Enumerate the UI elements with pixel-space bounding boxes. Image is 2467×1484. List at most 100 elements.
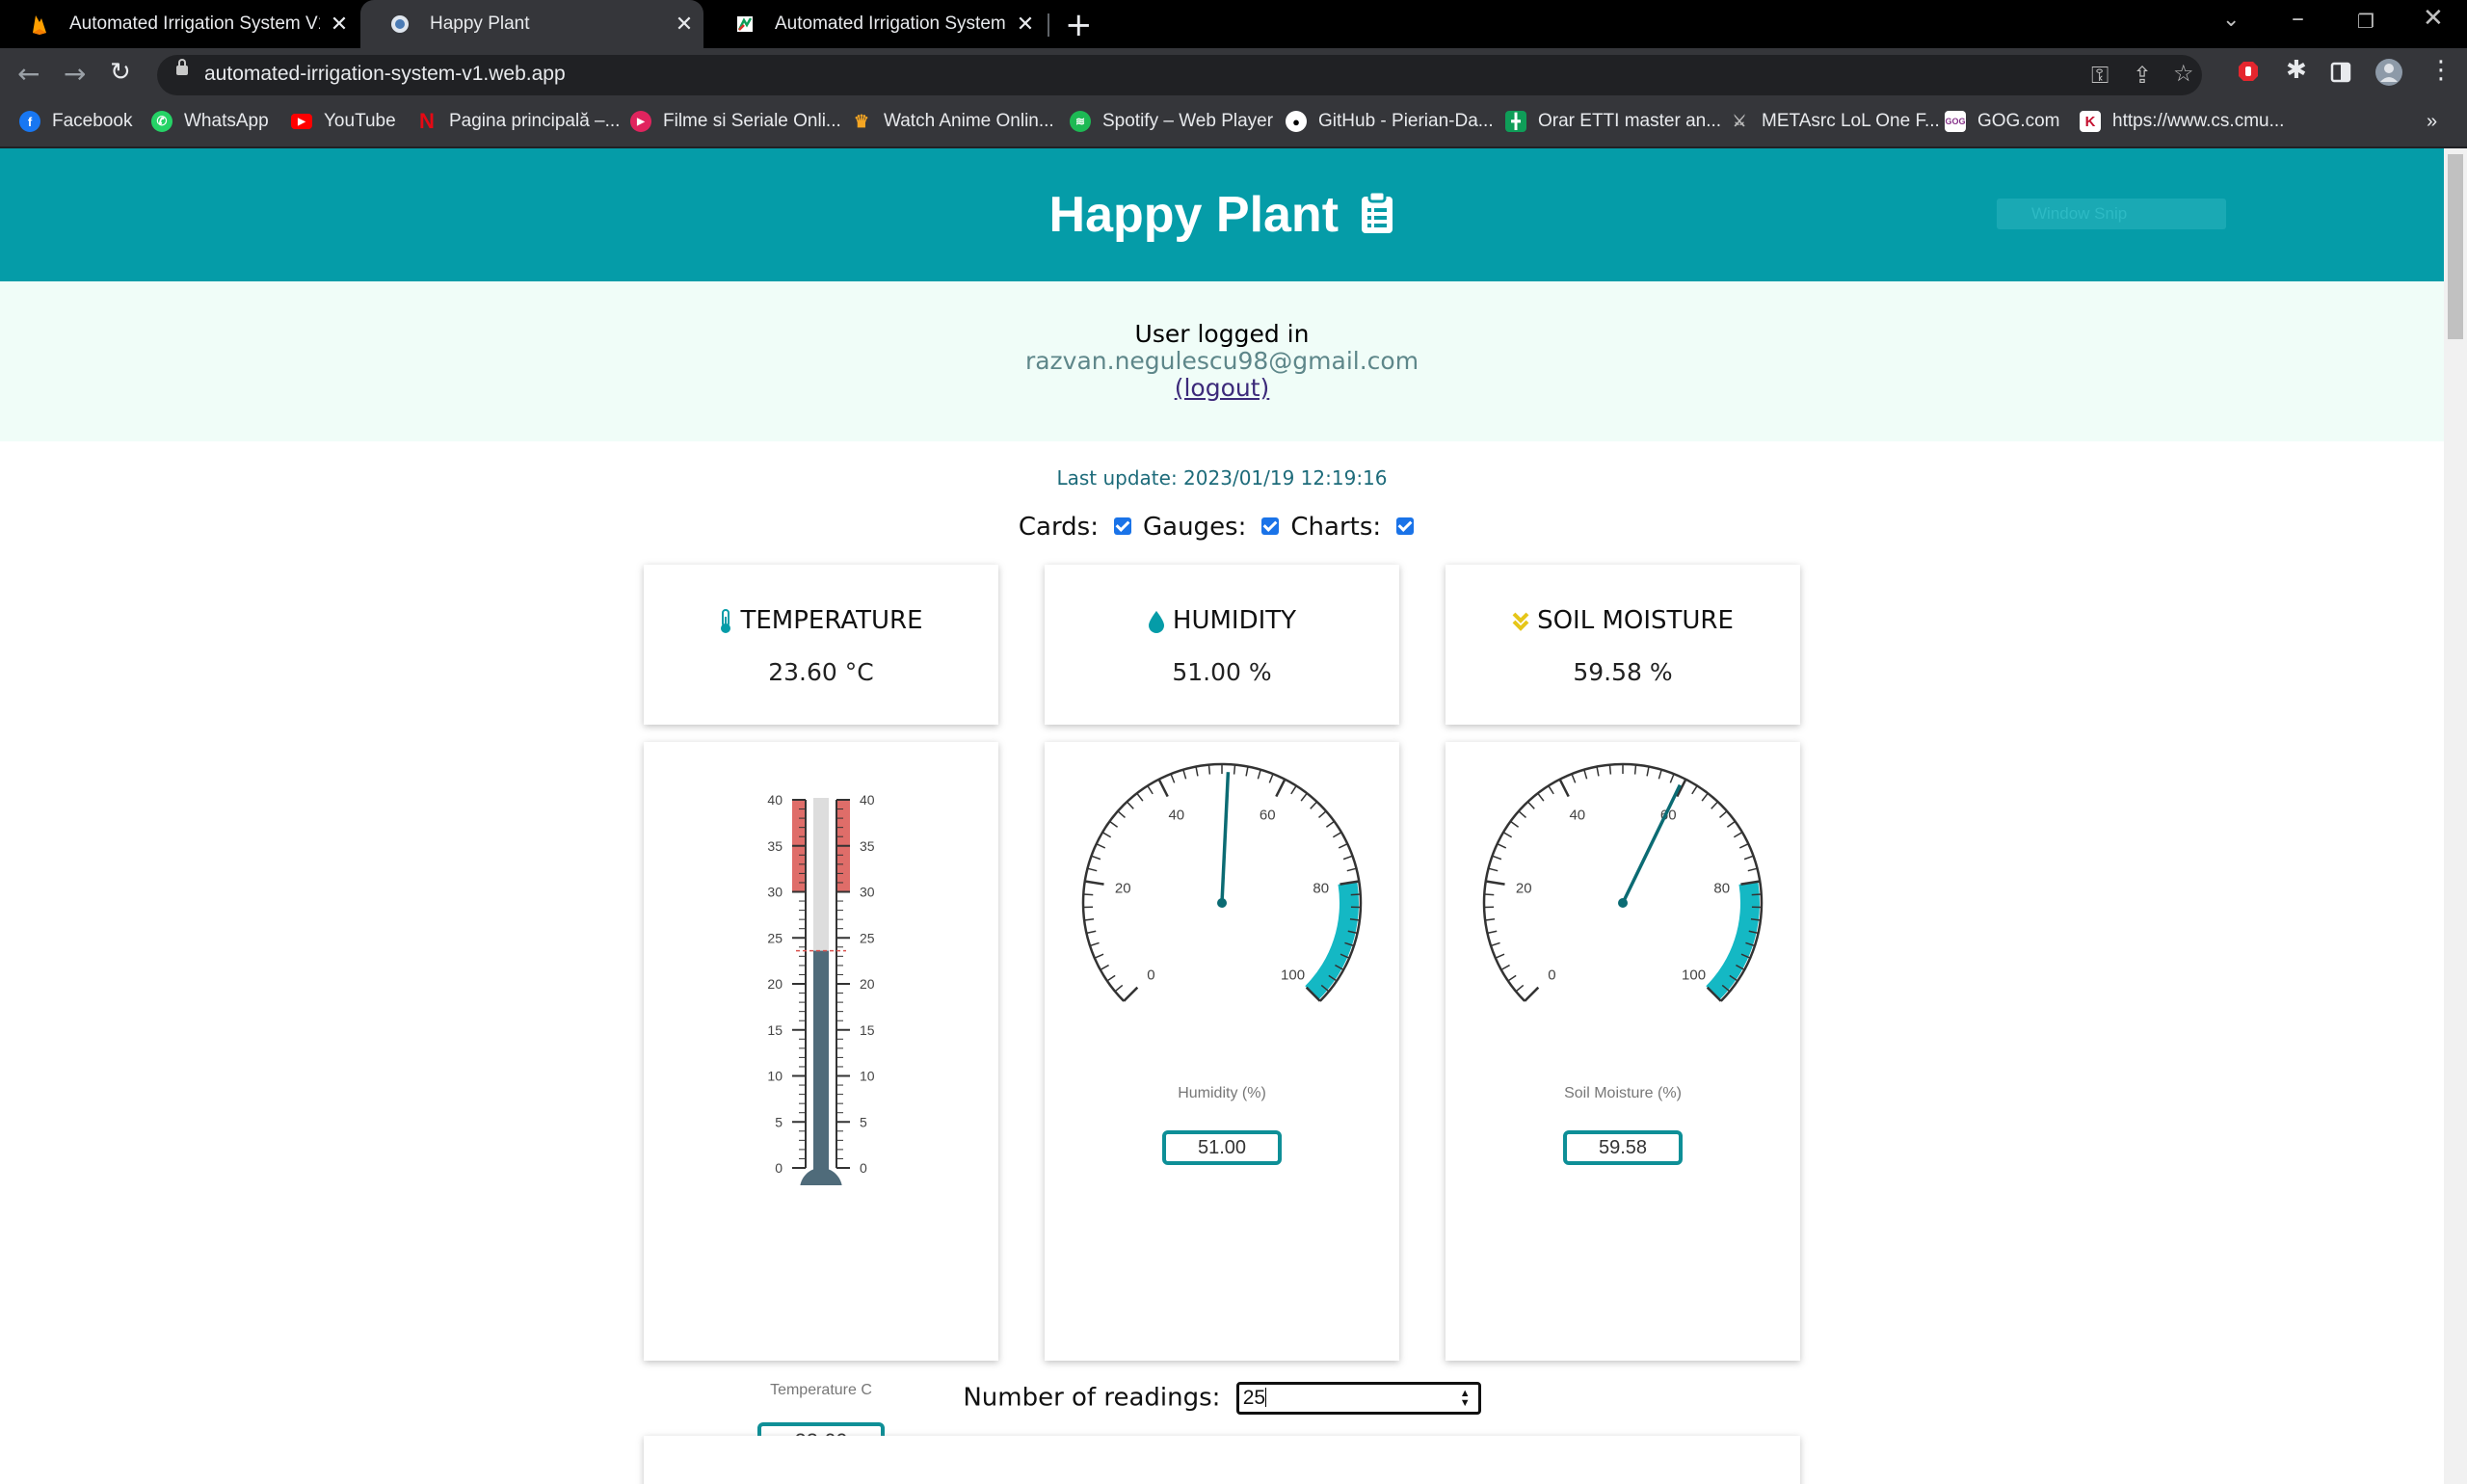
bookmark-facebook[interactable]: f Facebook <box>19 111 132 132</box>
humidity-gauge-tick <box>1100 964 1109 971</box>
close-tab-icon[interactable]: ✕ <box>1006 12 1045 37</box>
cards-toggle-label: Cards: <box>1018 513 1099 542</box>
soil-moisture-gauge-label: Soil Moisture (%) <box>1564 1085 1682 1101</box>
bookmark-filme-seriale[interactable]: ▶ Filme si Seriale Onli... <box>630 111 841 132</box>
tab-happy-plant[interactable]: Happy Plant ✕ <box>360 0 703 48</box>
globe-icon <box>389 13 411 35</box>
scrollbar-thumb[interactable] <box>2448 154 2463 339</box>
humidity-gauge-tick <box>1084 880 1104 886</box>
charts-toggle-label: Charts: <box>1290 513 1382 542</box>
share-icon[interactable]: ⇪ <box>2133 62 2152 89</box>
extension-adblock-icon[interactable] <box>2238 60 2259 89</box>
humidity-gauge-tick <box>1091 855 1101 861</box>
netflix-icon: N <box>419 109 435 133</box>
bookmark-netflix[interactable]: N Pagina principală –... <box>416 109 620 133</box>
temperature-title: TEMPERATURE <box>740 606 923 635</box>
humidity-gauge-tick <box>1207 764 1211 775</box>
cmu-icon: K <box>2080 111 2101 132</box>
soil-gauge-needle <box>1621 783 1682 904</box>
soil-gauge-tick <box>1669 773 1675 783</box>
soil-gauge-tick-label: 0 <box>1548 967 1555 984</box>
humidity-gauge-tick-label: 20 <box>1115 881 1131 897</box>
thermometer-tick-label: 35 <box>860 838 875 854</box>
key-icon[interactable]: ⚿ <box>2091 62 2109 89</box>
tab-search-icon[interactable]: ⌄ <box>2222 8 2240 32</box>
spotify-icon: ≋ <box>1070 111 1091 132</box>
cards-checkbox[interactable] <box>1114 517 1131 535</box>
humidity-gauge-tick-label: 0 <box>1147 967 1154 984</box>
close-tab-icon[interactable]: ✕ <box>665 12 703 37</box>
thermometer-tick-label: 25 <box>767 930 783 945</box>
new-tab-button[interactable]: + <box>1065 6 1093 44</box>
humidity-gauge-tick <box>1257 769 1261 780</box>
soil-gauge-tick <box>1510 820 1520 828</box>
reload-button[interactable]: ↻ <box>110 58 131 87</box>
tab-title: Automated Irrigation System [CS <box>775 13 1006 34</box>
number-spinner-icon[interactable]: ▲ ▼ <box>1460 1389 1471 1409</box>
side-panel-icon[interactable] <box>2330 62 2351 89</box>
humidity-gauge-tick <box>1300 792 1308 802</box>
bookmark-metasrc[interactable]: ⚔ METAsrc LoL One F... <box>1729 111 1940 132</box>
temperature-card: TEMPERATURE 23.60 °C <box>644 565 998 725</box>
thermometer-tick-label: 20 <box>860 976 875 992</box>
bookmark-cmu[interactable]: Khttps://www.cs.cmu... <box>2080 111 2284 132</box>
thermometer-tick-label: 0 <box>860 1160 867 1176</box>
soil-gauge-tick <box>1487 930 1498 935</box>
readings-number-input[interactable]: 25 ▲ ▼ <box>1235 1382 1481 1415</box>
chevrons-down-icon <box>1512 612 1529 631</box>
soil-gauge-tick-label: 80 <box>1713 881 1730 897</box>
humidity-gauge-label: Humidity (%) <box>1178 1085 1266 1101</box>
gauges-checkbox[interactable] <box>1261 517 1280 535</box>
humidity-gauge-tick <box>1346 867 1357 872</box>
minimize-button[interactable]: – <box>2292 4 2304 33</box>
logout-link[interactable]: (logout) <box>0 374 2444 402</box>
humidity-gauge-tick <box>1096 843 1106 849</box>
forward-button[interactable]: → <box>64 58 86 90</box>
tab-irrigation-sheet[interactable]: Automated Irrigation System [CS ✕ <box>705 0 1045 48</box>
soil-gauge-tick <box>1583 769 1588 780</box>
humidity-card: HUMIDITY 51.00 % <box>1045 565 1399 725</box>
bookmark-star-icon[interactable]: ☆ <box>2173 60 2194 87</box>
bookmark-whatsapp[interactable]: ✆ WhatsApp <box>151 111 269 132</box>
soil-gauge-needle-hub <box>1618 898 1628 908</box>
auth-bar: User logged in razvan.negulescu98@gmail.… <box>0 281 2444 441</box>
address-bar[interactable]: automated-irrigation-system-v1.web.app ⚿… <box>157 55 2202 95</box>
bookmark-spotify[interactable]: ≋ Spotify – Web Player <box>1070 111 1273 132</box>
humidity-gauge-tick <box>1136 792 1144 802</box>
tab-separator <box>1048 13 1049 37</box>
last-update-text: Last update: 2023/01/19 12:19:16 <box>1056 466 1388 490</box>
humidity-gauge-tick <box>1332 832 1342 838</box>
close-window-button[interactable]: ✕ <box>2423 4 2444 33</box>
close-tab-icon[interactable]: ✕ <box>320 12 358 37</box>
soil-gauge-tick <box>1726 820 1736 828</box>
whatsapp-icon: ✆ <box>151 111 172 132</box>
bookmark-orar[interactable]: ╋ Orar ETTI master an... <box>1505 111 1721 132</box>
humidity-gauge-tick <box>1117 810 1126 818</box>
back-button[interactable]: ← <box>17 58 40 90</box>
browser-toolbar: ← → ↻ automated-irrigation-system-v1.web… <box>0 48 2467 102</box>
thermometer-tick-label: 20 <box>767 976 783 992</box>
profile-avatar[interactable] <box>2374 58 2403 93</box>
tab-irrigation-firebase[interactable]: Automated Irrigation System V1 ✕ <box>0 0 358 48</box>
soil-gauge-tick <box>1701 792 1709 802</box>
soil-gauge-tick <box>1711 801 1719 809</box>
bookmark-youtube[interactable]: ▶ YouTube <box>291 111 396 132</box>
soil-gauge-tick <box>1488 867 1499 872</box>
humidity-title: HUMIDITY <box>1172 606 1297 635</box>
bookmark-anime[interactable]: ♛ Watch Anime Onlin... <box>851 111 1054 132</box>
humidity-gauge-tick <box>1268 773 1274 783</box>
humidity-gauge-tick <box>1126 801 1134 809</box>
lock-icon <box>176 59 188 75</box>
bookmarks-overflow-icon[interactable]: » <box>2427 111 2437 133</box>
bookmark-github[interactable]: ● GitHub - Pierian-Da... <box>1286 111 1494 132</box>
extensions-puzzle-icon[interactable]: ✱ <box>2286 56 2307 85</box>
humidity-gauge-tick <box>1157 779 1169 798</box>
text-cursor <box>1265 1388 1267 1407</box>
page-scrollbar[interactable] <box>2444 148 2467 1484</box>
humidity-gauge-card: 0 20 40 60 80 100 Humidity (%) 51.00 <box>1045 742 1399 1361</box>
restore-button[interactable]: ❐ <box>2357 10 2374 33</box>
charts-checkbox[interactable] <box>1396 517 1415 535</box>
bookmark-gog[interactable]: GOG GOG.com <box>1945 111 2060 132</box>
tab-title: Happy Plant <box>430 13 530 34</box>
menu-kebab-icon[interactable]: ⋮ <box>2428 56 2454 85</box>
